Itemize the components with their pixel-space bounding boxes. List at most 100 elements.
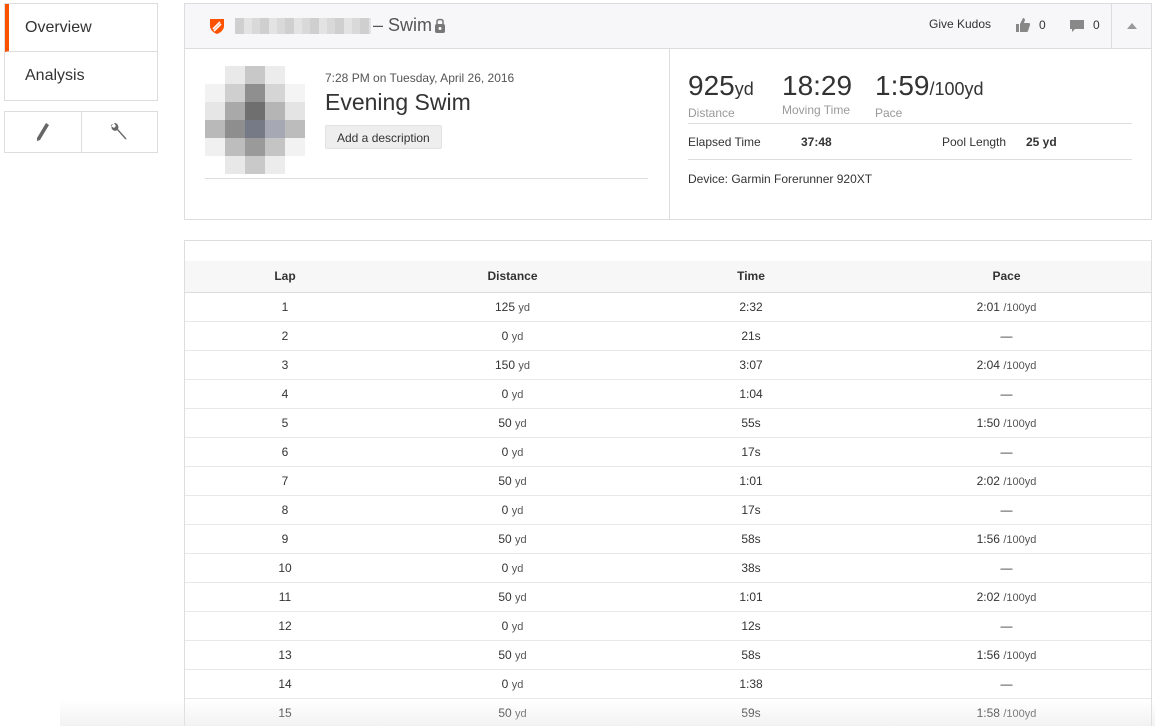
lap-pace: 2:01 /100yd bbox=[862, 292, 1151, 322]
give-kudos-button[interactable]: Give Kudos bbox=[929, 17, 991, 31]
divider bbox=[205, 178, 648, 179]
add-description-button[interactable]: Add a description bbox=[325, 125, 442, 149]
lap-pace-value: — bbox=[1000, 444, 1013, 459]
table-row[interactable]: 10 0 yd 38s — bbox=[185, 553, 1151, 583]
lap-distance-value: 0 bbox=[501, 676, 509, 691]
lap-number: 3 bbox=[185, 350, 385, 380]
moving-time-label: Moving Time bbox=[782, 103, 851, 117]
divider bbox=[688, 123, 1132, 124]
table-row[interactable]: 3 150 yd 3:07 2:04 /100yd bbox=[185, 350, 1151, 380]
lap-time: 38s bbox=[640, 553, 862, 583]
lap-distance-unit: yd bbox=[511, 330, 524, 343]
lap-distance: 50 yd bbox=[385, 640, 640, 670]
lap-distance-unit: yd bbox=[515, 707, 527, 720]
table-row[interactable]: 11 50 yd 1:01 2:02 /100yd bbox=[185, 582, 1151, 612]
lap-pace-unit: /100yd bbox=[1003, 417, 1037, 430]
lap-distance-unit: yd bbox=[511, 388, 524, 401]
lap-distance: 50 yd bbox=[385, 408, 640, 438]
lap-number: 12 bbox=[185, 611, 385, 641]
lap-number: 1 bbox=[185, 292, 385, 322]
nav-item-overview[interactable]: Overview bbox=[5, 4, 157, 52]
activity-stats: 925yd Distance 18:29 Moving Time 1:59/10… bbox=[688, 49, 1132, 219]
lap-distance: 125 yd bbox=[385, 292, 640, 322]
laps-body: 1 125 yd 2:32 2:01 /100yd 2 0 yd 21s — 3 150 yd 3… bbox=[185, 292, 1151, 726]
lap-distance: 0 yd bbox=[385, 611, 640, 641]
lap-pace-unit: /100yd bbox=[1003, 475, 1037, 488]
table-row[interactable]: 20 yd 21s — bbox=[185, 321, 1151, 351]
lap-distance: 50 yd bbox=[385, 466, 640, 496]
elapsed-time-value: 37:48 bbox=[801, 135, 832, 149]
lap-time: 17s bbox=[640, 495, 862, 525]
table-row[interactable]: 5 50 yd 55s 1:50 /100yd bbox=[185, 408, 1151, 438]
distance-unit: yd bbox=[734, 79, 754, 99]
edit-button[interactable] bbox=[5, 112, 81, 152]
laps-header-row: Lap Distance Time Pace bbox=[185, 261, 1151, 293]
lap-distance: 0 yd bbox=[385, 379, 640, 409]
tools-button[interactable] bbox=[80, 112, 158, 152]
avatar[interactable] bbox=[205, 66, 305, 174]
lap-pace-value: 1:56 bbox=[976, 647, 1000, 662]
column-header-lap[interactable]: Lap bbox=[185, 261, 385, 293]
column-header-pace[interactable]: Pace bbox=[862, 261, 1151, 293]
lap-distance-unit: yd bbox=[515, 649, 527, 662]
activity-title[interactable]: Evening Swim bbox=[325, 89, 471, 116]
lap-pace-value: 2:01 bbox=[976, 299, 1000, 314]
lap-time: 21s bbox=[640, 321, 862, 351]
activity-datetime: 7:28 PM on Tuesday, April 26, 2016 bbox=[325, 71, 515, 85]
lap-pace-value: 2:02 bbox=[976, 473, 1000, 488]
lap-pace: 2:02 /100yd bbox=[862, 582, 1151, 612]
lap-distance-unit: yd bbox=[515, 591, 527, 604]
table-row[interactable]: 15 50 yd 59s 1:58 /100yd bbox=[185, 698, 1151, 726]
table-row[interactable]: 9 50 yd 58s 1:56 /100yd bbox=[185, 524, 1151, 554]
lap-distance: 50 yd bbox=[385, 698, 640, 726]
elapsed-time-label: Elapsed Time bbox=[688, 135, 761, 149]
lap-time: 1:38 bbox=[640, 669, 862, 699]
lap-pace-value: — bbox=[1000, 328, 1013, 343]
table-row[interactable]: 13 50 yd 58s 1:56 /100yd bbox=[185, 640, 1151, 670]
stat-moving-time: 18:29 Moving Time bbox=[782, 71, 852, 118]
lap-time: 58s bbox=[640, 524, 862, 554]
stat-pace: 1:59/100yd Pace bbox=[875, 71, 984, 121]
sidebar: Overview Analysis bbox=[4, 3, 158, 153]
lap-number: 13 bbox=[185, 640, 385, 670]
pace-label: Pace bbox=[875, 106, 903, 120]
lap-distance-value: 0 bbox=[501, 444, 509, 459]
sidebar-nav: Overview Analysis bbox=[4, 3, 158, 101]
lap-pace-unit: /100yd bbox=[1003, 707, 1037, 720]
lap-distance: 0 yd bbox=[385, 321, 640, 351]
lap-pace-value: — bbox=[1000, 618, 1013, 633]
thumbs-up-icon[interactable] bbox=[1015, 17, 1031, 33]
lap-pace: 2:04 /100yd bbox=[862, 350, 1151, 380]
table-row[interactable]: 12 0 yd 12s — bbox=[185, 611, 1151, 641]
lap-distance-value: 150 bbox=[495, 357, 516, 372]
collapse-button[interactable] bbox=[1111, 4, 1151, 48]
table-row[interactable]: 14 0 yd 1:38— bbox=[185, 669, 1151, 699]
lap-pace: 2:02 /100yd bbox=[862, 466, 1151, 496]
lap-pace-unit: /100yd bbox=[1003, 359, 1037, 372]
lap-time: 58s bbox=[640, 640, 862, 670]
lap-distance-value: 50 bbox=[498, 473, 512, 488]
lap-distance-unit: yd bbox=[511, 620, 524, 633]
nav-item-analysis[interactable]: Analysis bbox=[5, 52, 157, 100]
kudos-count: 0 bbox=[1039, 18, 1046, 32]
column-header-time[interactable]: Time bbox=[640, 261, 862, 293]
table-row[interactable]: 60 yd 17s — bbox=[185, 437, 1151, 467]
lap-pace-value: 2:02 bbox=[976, 589, 1000, 604]
comment-icon[interactable] bbox=[1069, 18, 1085, 34]
strava-logo-icon bbox=[210, 19, 224, 34]
lap-pace: 1:56 /100yd bbox=[862, 640, 1151, 670]
table-row[interactable]: 1 125 yd 2:32 2:01 /100yd bbox=[185, 292, 1151, 322]
lap-pace-value: 1:58 bbox=[976, 705, 1000, 720]
lap-number: 2 bbox=[185, 321, 385, 351]
lap-pace-value: 2:04 bbox=[976, 357, 1000, 372]
lap-number: 11 bbox=[185, 582, 385, 612]
table-row[interactable]: 40 yd 1:04— bbox=[185, 379, 1151, 409]
athlete-name-redacted[interactable] bbox=[235, 18, 371, 34]
lap-distance-unit: yd bbox=[515, 475, 527, 488]
lap-distance-unit: yd bbox=[511, 446, 524, 459]
table-row[interactable]: 7 50 yd 1:01 2:02 /100yd bbox=[185, 466, 1151, 496]
lap-pace-unit: /100yd bbox=[1003, 533, 1037, 546]
column-header-distance[interactable]: Distance bbox=[385, 261, 640, 293]
lap-time: 2:32 bbox=[640, 292, 862, 322]
table-row[interactable]: 80 yd 17s — bbox=[185, 495, 1151, 525]
